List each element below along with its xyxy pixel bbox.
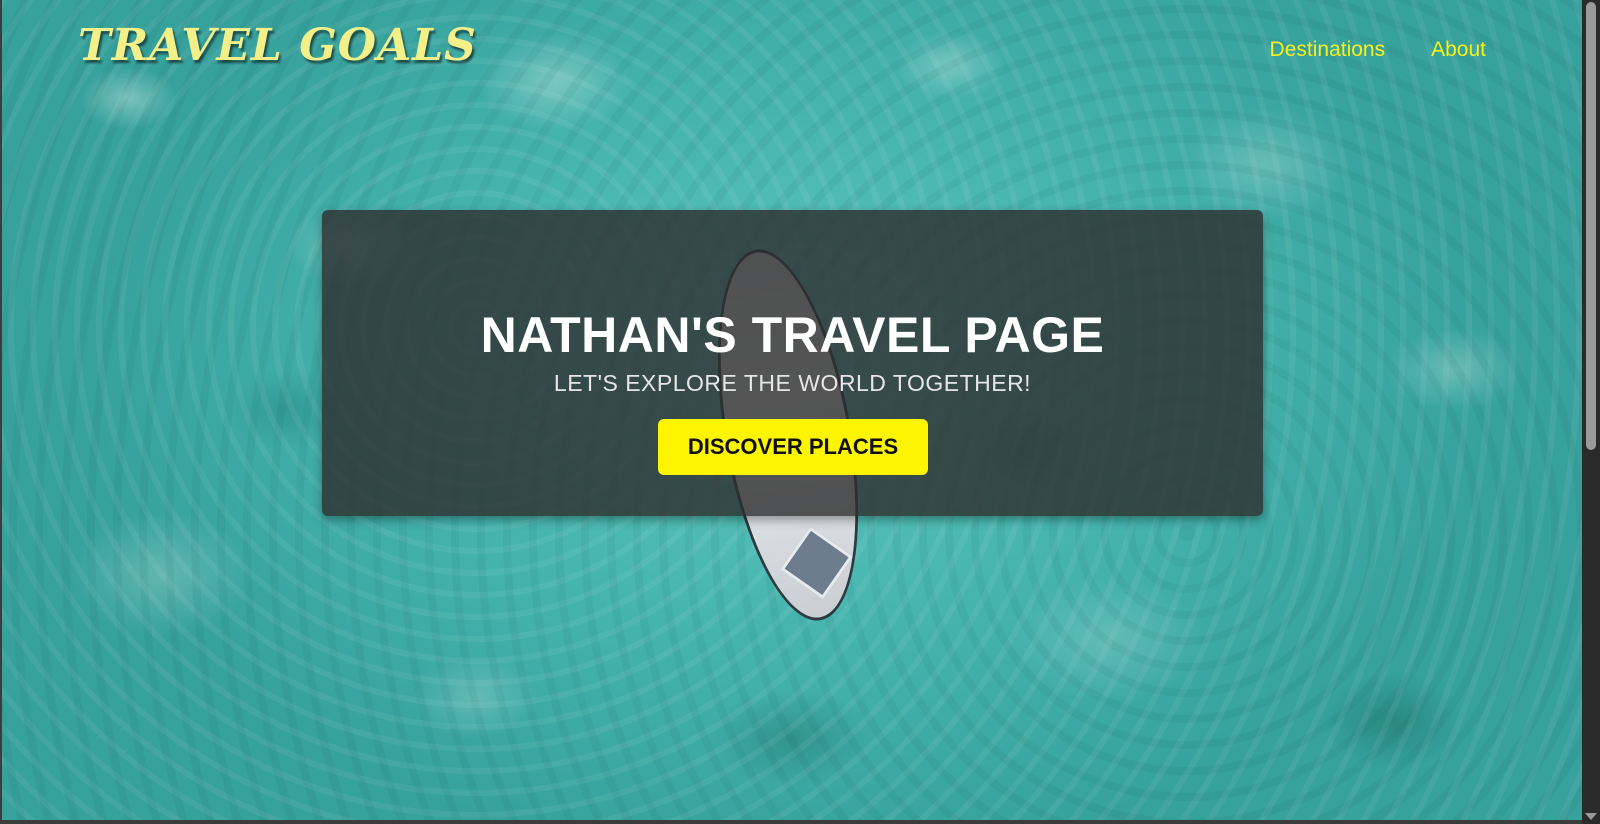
- nav-link-destinations[interactable]: Destinations: [1270, 38, 1386, 62]
- nav-links: Destinations About: [1270, 38, 1486, 62]
- discover-places-button[interactable]: DISCOVER PLACES: [658, 419, 928, 475]
- scrollbar-thumb[interactable]: [1586, 2, 1596, 450]
- hero-background: TRAVEL GOALS Destinations About NATHAN'S…: [2, 0, 1582, 820]
- top-nav: TRAVEL GOALS Destinations About: [2, 0, 1582, 100]
- scroll-down-arrow-icon[interactable]: [1585, 813, 1597, 820]
- brand-logo[interactable]: TRAVEL GOALS: [78, 20, 477, 71]
- vertical-scrollbar[interactable]: [1582, 0, 1600, 824]
- paddleboard-logo: [780, 526, 853, 600]
- hero-subtitle: LET'S EXPLORE THE WORLD TOGETHER!: [553, 370, 1032, 396]
- nav-link-about[interactable]: About: [1431, 38, 1486, 62]
- hero-title: NATHAN'S TRAVEL PAGE: [480, 307, 1105, 363]
- hero-card: NATHAN'S TRAVEL PAGE LET'S EXPLORE THE W…: [322, 210, 1263, 516]
- browser-viewport: TRAVEL GOALS Destinations About NATHAN'S…: [0, 0, 1600, 824]
